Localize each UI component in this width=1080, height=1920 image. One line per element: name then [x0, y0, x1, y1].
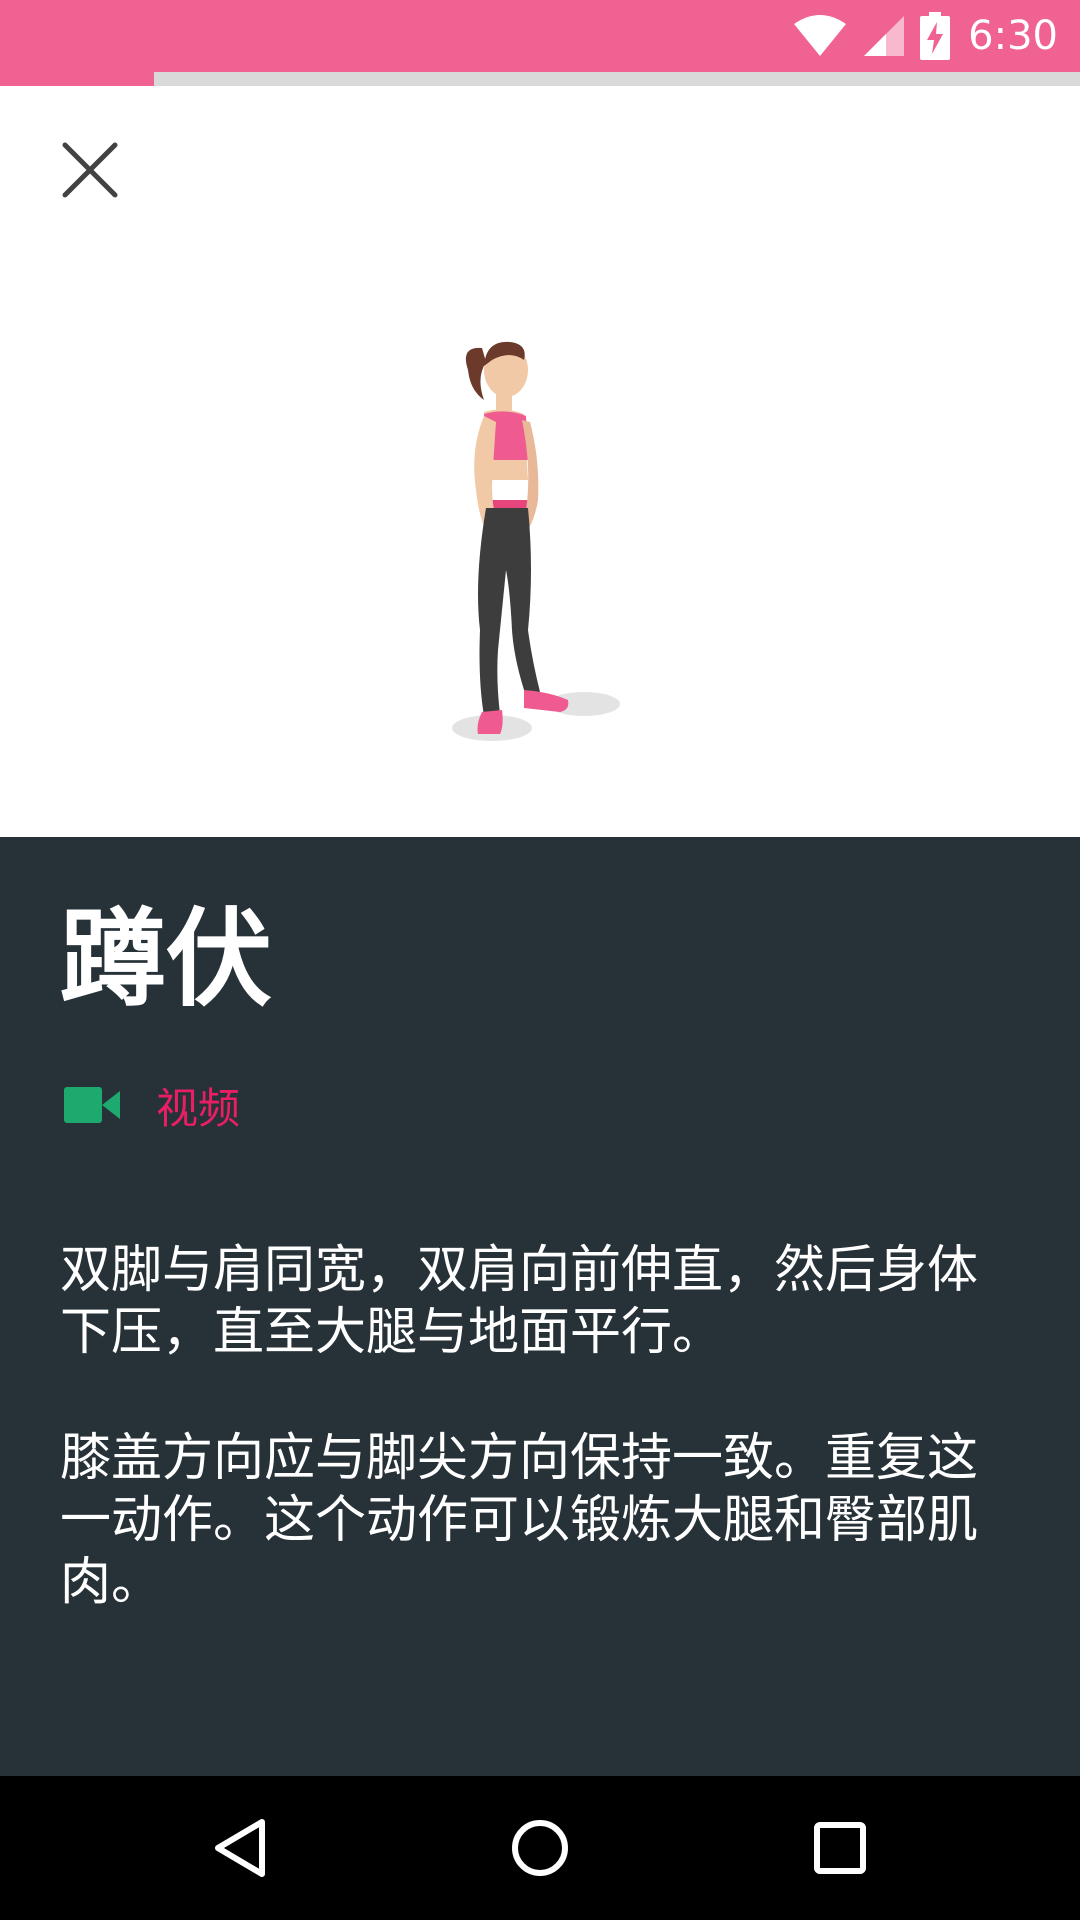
- exercise-illustration: [452, 341, 620, 741]
- workout-progress-bar: [0, 72, 1080, 86]
- video-camera-icon: [64, 1087, 120, 1123]
- status-icons: 6:30: [778, 0, 1058, 72]
- video-button[interactable]: 视频: [64, 1075, 240, 1135]
- recents-button[interactable]: [770, 1776, 910, 1920]
- system-nav-bar: [0, 1776, 1080, 1920]
- battery-charging-icon: [920, 12, 951, 60]
- close-button[interactable]: [50, 130, 130, 210]
- cell-signal-icon: [864, 16, 905, 56]
- exercise-description-paragraph: 膝盖方向应与脚尖方向保持一致。重复这一动作。这个动作可以锻炼大腿和臀部肌肉。: [60, 1429, 979, 1612]
- workout-progress-fill: [0, 72, 155, 86]
- back-button[interactable]: [170, 1776, 310, 1920]
- exercise-title: 蹲伏: [60, 898, 272, 1021]
- exercise-description-paragraph: 双脚与肩同宽，双肩向前伸直，然后身体下压，直至大腿与地面平行。: [60, 1241, 979, 1362]
- recents-icon: [814, 1822, 866, 1874]
- status-time: 6:30: [968, 13, 1058, 59]
- home-icon: [512, 1820, 568, 1876]
- status-bar: 6:30: [0, 0, 1080, 72]
- close-icon: [62, 142, 118, 198]
- wifi-icon: [794, 15, 847, 56]
- home-button[interactable]: [470, 1776, 610, 1920]
- back-icon: [215, 1819, 265, 1877]
- video-label: 视频: [156, 1083, 241, 1133]
